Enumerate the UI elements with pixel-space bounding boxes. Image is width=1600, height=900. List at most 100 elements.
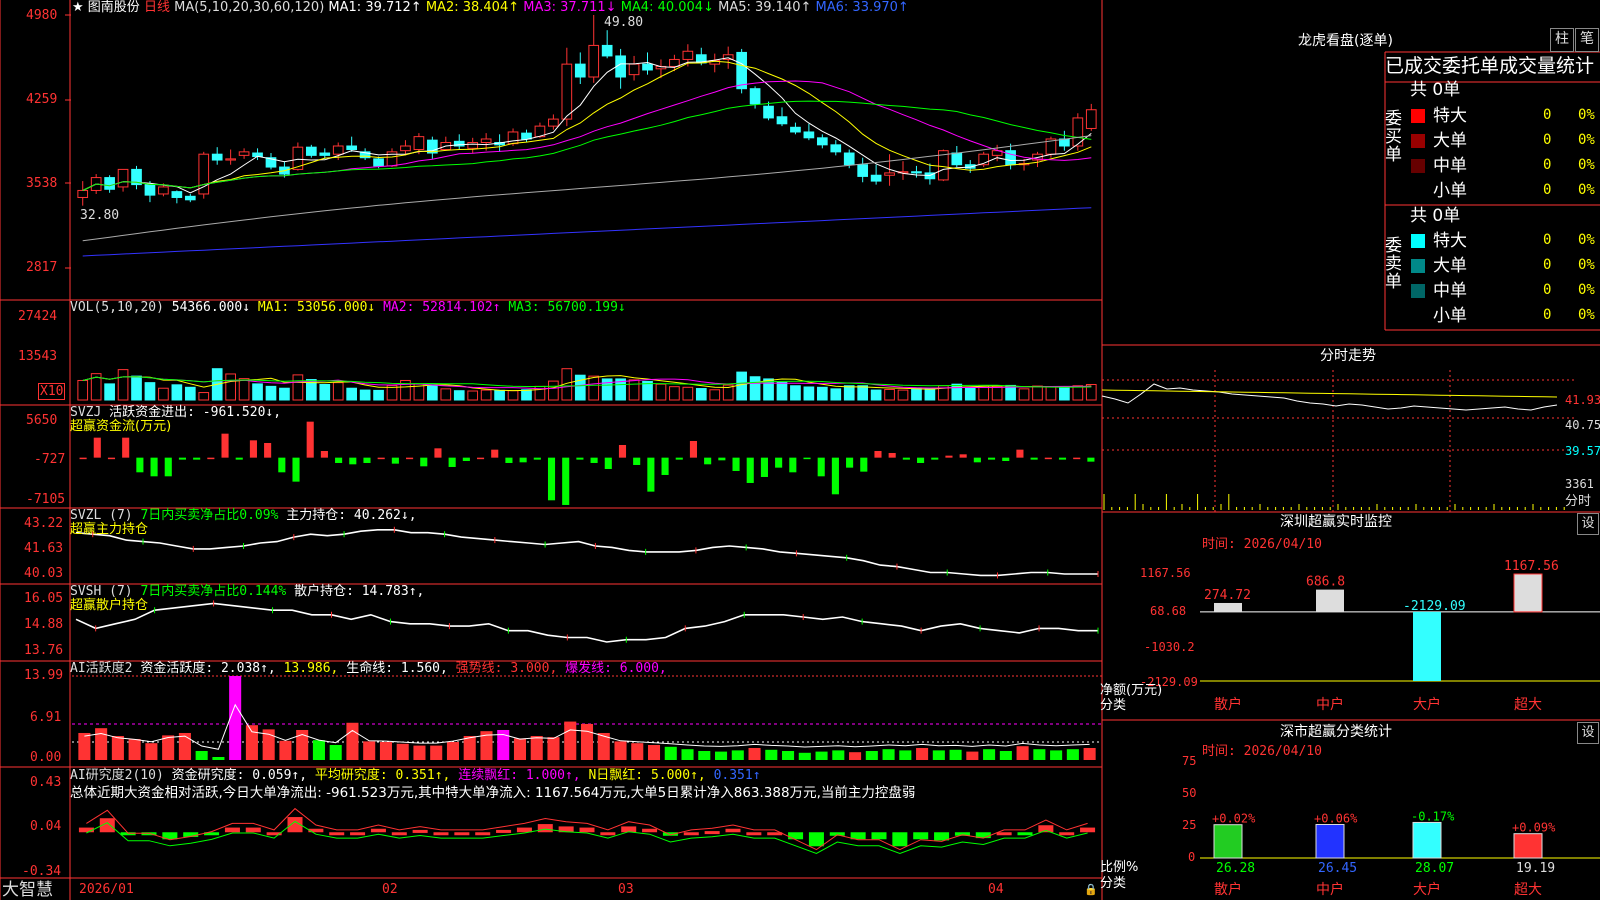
svzj-bar [945,455,953,458]
candle-down [373,158,384,167]
ai-activity-bar [614,741,627,760]
volume-bar-down [843,385,855,401]
candle-down [803,131,815,139]
ai-research-bar [329,832,345,836]
ai-activity-bar [798,752,811,760]
dragon-title: 龙虎看盘(逐单) [1298,33,1393,49]
candle-up [682,50,694,60]
candle-up [238,151,250,156]
svzl-hold: 主力持仓: 40.262↓, [286,508,417,523]
sz-monitor-y-tick: -1030.2 [1144,640,1195,654]
ma3-value: MA3: 37.711↓ [523,0,617,15]
sz-class-bar [1513,833,1543,859]
svzj-bar [803,457,811,460]
x-axis-label: 04 [988,882,1004,897]
svzl-header: SVZL (7) 7日内买卖净占比0.09% 主力持仓: 40.262↓, [70,508,417,523]
svzj-bar [775,457,783,468]
tick-mode-button[interactable]: 笔 [1575,28,1599,52]
sz-monitor-bar-label: 1167.56 [1504,559,1559,574]
price-y-tick: 3538 [26,176,58,191]
sz-monitor-category: 中户 [1316,697,1344,713]
sz-class-axis-label: 比例% [1100,860,1139,875]
ai-activity-bar [882,749,895,760]
volume-bar-down [870,389,882,401]
svzj-bar [306,421,314,458]
svzj-bar [434,448,442,458]
svzj-bar [292,457,300,482]
ai-activity-bar [782,750,795,760]
svzj-header: SVZJ 活跃资金进出: -961.520↓, [70,405,281,420]
order-color-swatch [1411,259,1425,273]
volume-bar-up [332,382,344,401]
vol-label: VOL(5,10,20) [70,300,164,315]
sz-class-y-tick: 50 [1182,786,1197,800]
sz-class-value-label: 19.19 [1516,861,1555,876]
order-row-label: 小单 [1433,181,1467,201]
volume-bar-down [319,384,331,401]
ai-research-bar [934,832,950,841]
svzj-bar [1016,449,1024,458]
candle-up [1085,109,1097,129]
ai-activity-bar [949,749,962,760]
ai-activity-bar [899,750,912,760]
period-label[interactable]: 日线 [144,0,170,15]
ai-activity-bar [312,740,325,760]
volume-bar-down [857,385,869,401]
candle-up [561,63,573,120]
candle-down [736,51,747,90]
svzl-pct: 7日内买卖净占比0.09% [140,508,279,523]
volume-bar-down [494,389,505,401]
volume-bar-up [467,390,479,401]
volume-bar-down [911,387,922,401]
ai-research-bar [370,828,386,833]
candle-down [184,195,196,201]
ai-research-bar [496,829,512,833]
order-row-label: 特大 [1433,231,1467,251]
order-row-count: 0 [1543,182,1552,198]
ai-activity-bar [329,744,342,760]
candle-up [588,44,600,78]
vol-ma1: MA1: 53056.000↓ [257,300,376,315]
ai-active-v2: 13.986, [283,661,339,676]
svzj-bar [406,457,414,460]
sz-monitor-settings-button[interactable]: 设 [1577,513,1599,535]
ai-activity-bar [95,728,108,760]
svzl-line [75,528,1098,577]
sz-class-bar [1412,821,1442,859]
ai-active-y-tick: 6.91 [30,710,62,725]
ai-research-bar [913,832,929,840]
svzj-bar [931,457,939,460]
lock-icon[interactable]: 🔒 [1084,882,1098,897]
volume-bar-up [238,378,250,401]
volume-bar-down [521,389,532,401]
sz-class-change-label: +0.02% [1212,812,1256,826]
sz-monitor-y-tick: 68.68 [1150,604,1187,618]
sz-monitor-title: 深圳超赢实时监控 [1280,514,1392,530]
svzj-bar [562,457,570,505]
candle-up [884,172,895,176]
bar-mode-button[interactable]: 柱 [1550,28,1574,52]
order-stats-title: 已成交委托单成交量统计 [1385,55,1595,77]
intraday-y-tick: 41.93 [1565,393,1600,407]
candle-down [843,152,855,166]
ai-activity-bar [162,735,175,760]
order-row-pct: 0% [1578,307,1595,323]
svzj-bar [335,457,343,463]
volume-bar-down [184,386,196,401]
star-icon[interactable]: ★ [72,0,84,15]
ai-active-life: 生命线: 1.560, [346,661,448,676]
sz-class-settings-button[interactable]: 设 [1577,722,1599,744]
volume-bar-down [171,384,183,401]
price-y-tick: 2817 [26,260,58,275]
order-color-swatch [1411,109,1425,123]
ai-active-strong: 强势线: 3.000, [455,661,558,676]
sz-class-y-tick: 75 [1182,754,1197,768]
order-row-pct: 0% [1578,257,1595,273]
ai-activity-bar [195,750,208,760]
svzj-bar [235,457,243,460]
svzj-bar [746,457,754,483]
svzj-bar [604,457,612,469]
svzj-bar [1030,457,1038,460]
volume-bar-up [655,383,667,401]
volume-bar-down [453,390,465,401]
